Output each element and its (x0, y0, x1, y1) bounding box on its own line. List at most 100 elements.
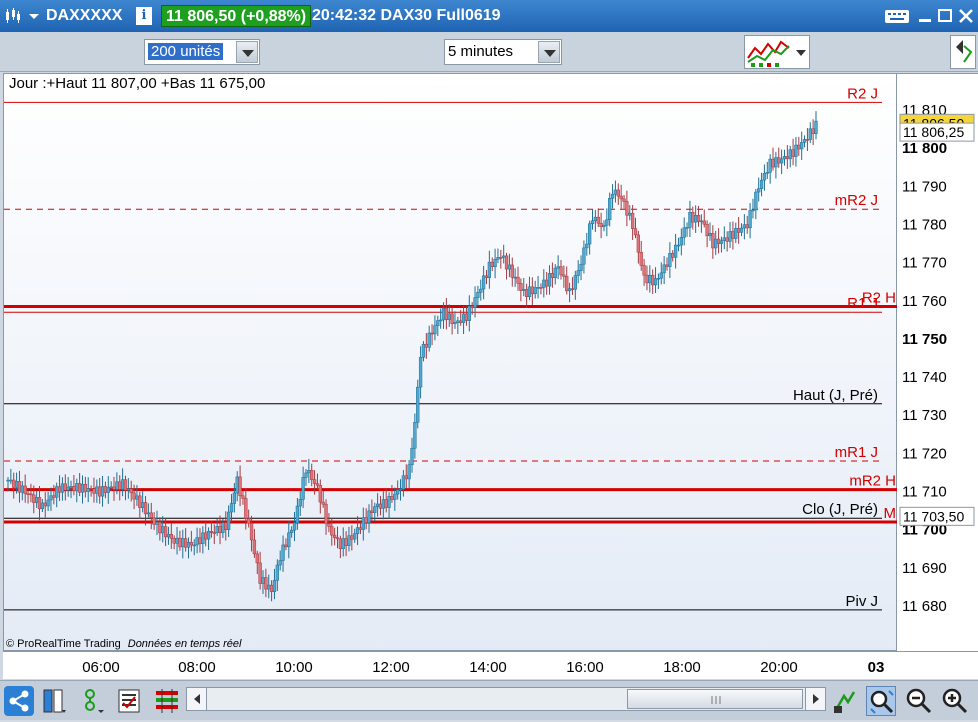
candle (582, 240, 586, 274)
drawing-tools-button[interactable] (78, 686, 108, 716)
candle (473, 286, 477, 318)
candle (178, 530, 182, 551)
candle (731, 221, 735, 250)
candle (275, 559, 279, 592)
units-select[interactable]: 200 unités (144, 39, 260, 65)
candlestick-icon[interactable] (4, 7, 22, 25)
time-tick-label: 18:00 (663, 659, 701, 676)
candle (398, 479, 403, 501)
price-chart[interactable]: R2 JmR2 J R2 H R1 J Haut (J, Pré) mR1 JmR2 H… (3, 73, 901, 652)
candle (794, 136, 798, 167)
candle (341, 527, 345, 557)
candle (332, 527, 337, 546)
candle (129, 480, 133, 502)
time-axis[interactable]: 06:00 08:00 10:00 12:00 14:00 16:00 18:00 20:00… (3, 651, 978, 679)
zoom-out-icon (906, 688, 932, 714)
candle (141, 491, 145, 513)
candle (201, 526, 205, 554)
candle (310, 463, 314, 487)
layout-button[interactable] (40, 686, 70, 716)
level-label: Haut (J, Pré) (793, 387, 878, 404)
candle (439, 308, 443, 329)
level-label: R2 J (847, 85, 878, 102)
object-list-button[interactable] (114, 686, 144, 716)
share-icon (9, 690, 29, 712)
candle (545, 271, 549, 295)
candle (702, 209, 706, 228)
candle (118, 475, 122, 501)
candle (602, 220, 606, 232)
maximize-icon[interactable] (934, 6, 956, 26)
list-icon (118, 689, 140, 713)
minimize-icon[interactable] (914, 6, 936, 26)
time-tick-label: 14:00 (469, 659, 507, 676)
candle (716, 228, 721, 254)
chevron-down-icon[interactable] (795, 48, 807, 58)
candle (152, 512, 156, 530)
candle (605, 208, 609, 237)
candle (407, 459, 411, 489)
price-tick-label: 11 710 (902, 484, 947, 501)
candle (241, 490, 245, 505)
time-scrollbar[interactable] (186, 687, 826, 711)
indicator-list-button[interactable] (152, 686, 182, 716)
candle (691, 206, 695, 230)
candle (367, 504, 371, 533)
candle (699, 214, 704, 233)
scroll-right-button[interactable] (805, 688, 825, 710)
candle (708, 222, 712, 241)
price-axis[interactable]: 11 810 11 800 11 790 11 780 11 770 11 760 11 7… (897, 73, 978, 651)
price-badge: 11 806,50 (+0,88%) (161, 5, 312, 27)
keyboard-icon[interactable] (884, 6, 910, 26)
candle (40, 499, 45, 513)
symbol-label[interactable]: DAXXXXX (46, 7, 122, 25)
candle (106, 476, 110, 504)
candle (12, 472, 16, 499)
time-tick-label: 10:00 (275, 659, 313, 676)
candle (255, 550, 259, 575)
candle (651, 269, 655, 295)
candle (811, 119, 815, 145)
chart-canvas[interactable]: R2 JmR2 JR2 HR1 JHaut (J, Pré)mR1 JmR2 H… (4, 74, 901, 652)
zoom-out-button[interactable] (904, 686, 934, 716)
candle (759, 172, 764, 197)
zoom-mode-button[interactable] (866, 686, 896, 716)
candle (72, 474, 76, 496)
interval-select-arrow[interactable] (538, 41, 560, 63)
zoom-in-button[interactable] (940, 686, 970, 716)
interval-select[interactable]: 5 minutes (444, 39, 562, 65)
chart-toolbar: 200 unités 5 minutes (0, 32, 978, 72)
auto-scale-button[interactable] (830, 686, 860, 716)
chevron-down-icon[interactable] (28, 7, 40, 25)
side-panel-toggle[interactable] (950, 35, 976, 69)
candle (765, 161, 769, 180)
candle (375, 493, 380, 517)
candle (751, 198, 755, 219)
title-bar: DAXXXXX i 11 806,50 (+0,88%) 20:42:32 DA… (0, 0, 978, 32)
candle (599, 212, 603, 239)
share-button[interactable] (4, 686, 34, 716)
units-select-arrow[interactable] (236, 41, 258, 63)
candle (172, 535, 176, 550)
candle (204, 521, 208, 547)
candle (418, 346, 423, 399)
candle (278, 550, 282, 571)
info-icon[interactable]: i (136, 7, 152, 25)
candle (444, 298, 449, 330)
close-icon[interactable] (955, 6, 977, 26)
candle (682, 217, 686, 246)
candle (347, 526, 351, 552)
candle (550, 262, 555, 288)
price-tick-label: 11 770 (902, 255, 947, 272)
candle (679, 228, 683, 256)
candle (464, 305, 469, 326)
scroll-left-button[interactable] (187, 688, 207, 710)
candle (636, 230, 641, 264)
candle (315, 473, 320, 490)
candle (522, 277, 526, 297)
candle (206, 527, 211, 550)
candle (321, 490, 325, 508)
indicators-button[interactable] (744, 35, 810, 69)
scroll-thumb[interactable] (627, 689, 803, 709)
candle (645, 265, 649, 291)
